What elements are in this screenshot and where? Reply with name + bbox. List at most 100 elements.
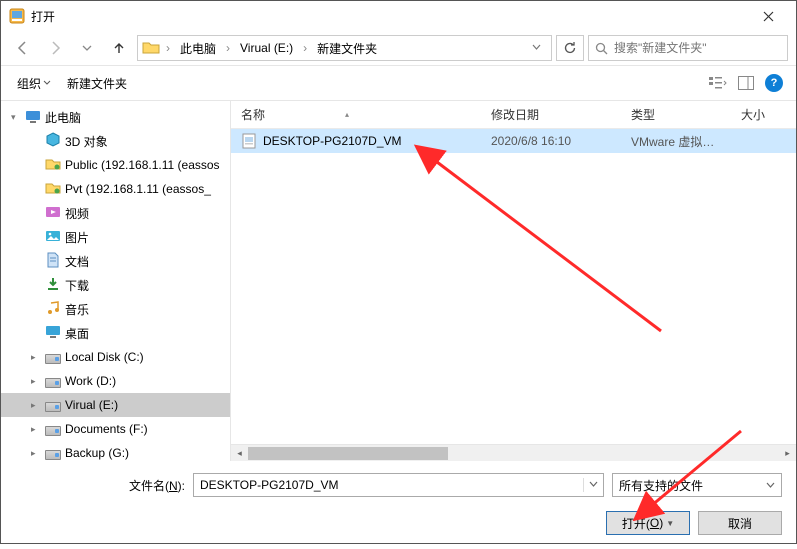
tree-item[interactable]: ▸ Work (D:) <box>1 369 230 393</box>
chevron-right-icon: › <box>164 41 172 55</box>
refresh-button[interactable] <box>556 35 584 61</box>
footer: 文件名(N): 所有支持的文件 打开(O) ▼ 取消 <box>1 461 796 549</box>
chevron-down-icon <box>82 43 92 53</box>
this-pc-icon <box>25 109 41 125</box>
filename-input[interactable] <box>194 478 583 492</box>
search-input[interactable] <box>614 41 781 55</box>
scroll-left-button[interactable]: ◂ <box>231 445 248 461</box>
tree-item[interactable]: Pvt (192.168.1.11 (eassos_ <box>1 177 230 201</box>
tree-item[interactable]: 文档 <box>1 249 230 273</box>
search-icon <box>595 42 608 55</box>
nav-up-button[interactable] <box>105 34 133 62</box>
help-button[interactable]: ? <box>762 71 786 95</box>
file-list[interactable]: DESKTOP-PG2107D_VM 2020/6/8 16:10VMware 虚… <box>231 129 796 444</box>
app-icon <box>9 8 25 24</box>
tree-label: Backup (G:) <box>65 446 129 460</box>
tree-item[interactable]: 音乐 <box>1 297 230 321</box>
filename-dropdown[interactable] <box>583 478 603 492</box>
new-folder-label: 新建文件夹 <box>67 75 127 92</box>
tree-root-thispc[interactable]: ▾ 此电脑 <box>1 105 230 129</box>
tree-item[interactable]: ▸ Virual (E:) <box>1 393 230 417</box>
title-bar: 打开 <box>1 1 796 31</box>
tree-label: Pvt (192.168.1.11 (eassos_ <box>65 182 211 196</box>
view-options-icon <box>709 76 727 90</box>
arrow-left-icon <box>15 40 31 56</box>
tree-item[interactable]: Public (192.168.1.11 (eassos <box>1 153 230 177</box>
tree-label: 此电脑 <box>45 109 81 126</box>
breadcrumb-item[interactable]: Virual (E:) <box>236 39 297 57</box>
tree-item[interactable]: ▸ Documents (F:) <box>1 417 230 441</box>
tree-item[interactable]: 视频 <box>1 201 230 225</box>
file-date: 2020/6/8 16:10 <box>481 134 621 148</box>
organize-label: 组织 <box>17 75 41 92</box>
tree-item[interactable]: ▸Local Disk (C:) <box>1 345 230 369</box>
nav-tree[interactable]: ▾ 此电脑 3D 对象Public (192.168.1.11 (eassos P… <box>1 101 231 461</box>
downloads-icon <box>45 276 61 295</box>
tree-item[interactable]: 图片 <box>1 225 230 249</box>
tree-item[interactable]: 桌面 <box>1 321 230 345</box>
netfolder-icon <box>45 180 61 199</box>
column-size[interactable]: 大小 <box>731 106 796 123</box>
scroll-right-button[interactable]: ▸ <box>779 445 796 461</box>
cancel-button[interactable]: 取消 <box>698 511 782 535</box>
breadcrumb-item[interactable]: 此电脑 <box>176 38 220 59</box>
nav-recent-button[interactable] <box>73 34 101 62</box>
chevron-down-icon <box>766 481 775 490</box>
filename-combobox[interactable] <box>193 473 604 497</box>
tree-label: 音乐 <box>65 301 89 318</box>
tree-label: Documents (F:) <box>65 422 148 436</box>
tree-label: 桌面 <box>65 325 89 342</box>
3d-icon <box>45 132 61 151</box>
nav-forward-button[interactable] <box>41 34 69 62</box>
column-type[interactable]: 类型 <box>621 106 731 123</box>
window-title: 打开 <box>31 8 748 25</box>
search-box[interactable] <box>588 35 788 61</box>
caret-right-icon: ▸ <box>31 400 41 411</box>
file-row[interactable]: DESKTOP-PG2107D_VM 2020/6/8 16:10VMware 虚… <box>231 129 796 153</box>
filetype-dropdown[interactable]: 所有支持的文件 <box>612 473 782 497</box>
chevron-down-icon <box>532 43 541 52</box>
chevron-right-icon: › <box>301 41 309 55</box>
tree-label: 视频 <box>65 205 89 222</box>
tree-label: 文档 <box>65 253 89 270</box>
music-icon <box>45 300 61 319</box>
horizontal-scrollbar[interactable]: ◂ ▸ <box>231 444 796 461</box>
caret-right-icon: ▸ <box>31 376 41 387</box>
close-button[interactable] <box>748 1 788 31</box>
tree-label: Local Disk (C:) <box>65 350 144 364</box>
tree-item[interactable]: ▸Backup (G:) <box>1 441 230 461</box>
column-modified[interactable]: 修改日期 <box>481 106 621 123</box>
column-name-label: 名称 <box>241 106 265 123</box>
preview-pane-button[interactable] <box>734 71 758 95</box>
tree-item[interactable]: 下载 <box>1 273 230 297</box>
address-dropdown[interactable] <box>526 41 547 55</box>
tree-item[interactable]: 3D 对象 <box>1 129 230 153</box>
docs-icon <box>45 252 61 271</box>
vm-file-icon <box>241 133 257 149</box>
filename-label: 文件名(N): <box>15 477 185 494</box>
scroll-thumb[interactable] <box>248 447 448 460</box>
button-row: 打开(O) ▼ 取消 <box>15 511 782 535</box>
toolbar: 组织 新建文件夹 ? <box>1 65 796 101</box>
folder-icon <box>142 39 160 57</box>
tree-label: Work (D:) <box>65 374 116 388</box>
open-button[interactable]: 打开(O) ▼ <box>606 511 690 535</box>
body: ▾ 此电脑 3D 对象Public (192.168.1.11 (eassos P… <box>1 101 796 461</box>
caret-right-icon: ▸ <box>31 424 41 435</box>
chevron-right-icon: › <box>224 41 232 55</box>
column-name[interactable]: 名称 ▴ <box>231 106 481 123</box>
file-type: VMware 虚拟机... <box>621 133 731 150</box>
file-name: DESKTOP-PG2107D_VM <box>263 134 402 148</box>
tree-label: Virual (E:) <box>65 398 118 412</box>
disk-icon <box>45 447 61 460</box>
new-folder-button[interactable]: 新建文件夹 <box>61 71 133 96</box>
netfolder-icon <box>45 156 61 175</box>
address-bar[interactable]: › 此电脑 › Virual (E:) › 新建文件夹 <box>137 35 552 61</box>
breadcrumb-item[interactable]: 新建文件夹 <box>313 38 381 59</box>
caret-down-icon <box>43 79 51 87</box>
view-options-button[interactable] <box>706 71 730 95</box>
nav-back-button[interactable] <box>9 34 37 62</box>
tree-label: 下载 <box>65 277 89 294</box>
chevron-down-icon <box>589 480 598 489</box>
organize-button[interactable]: 组织 <box>11 71 57 96</box>
